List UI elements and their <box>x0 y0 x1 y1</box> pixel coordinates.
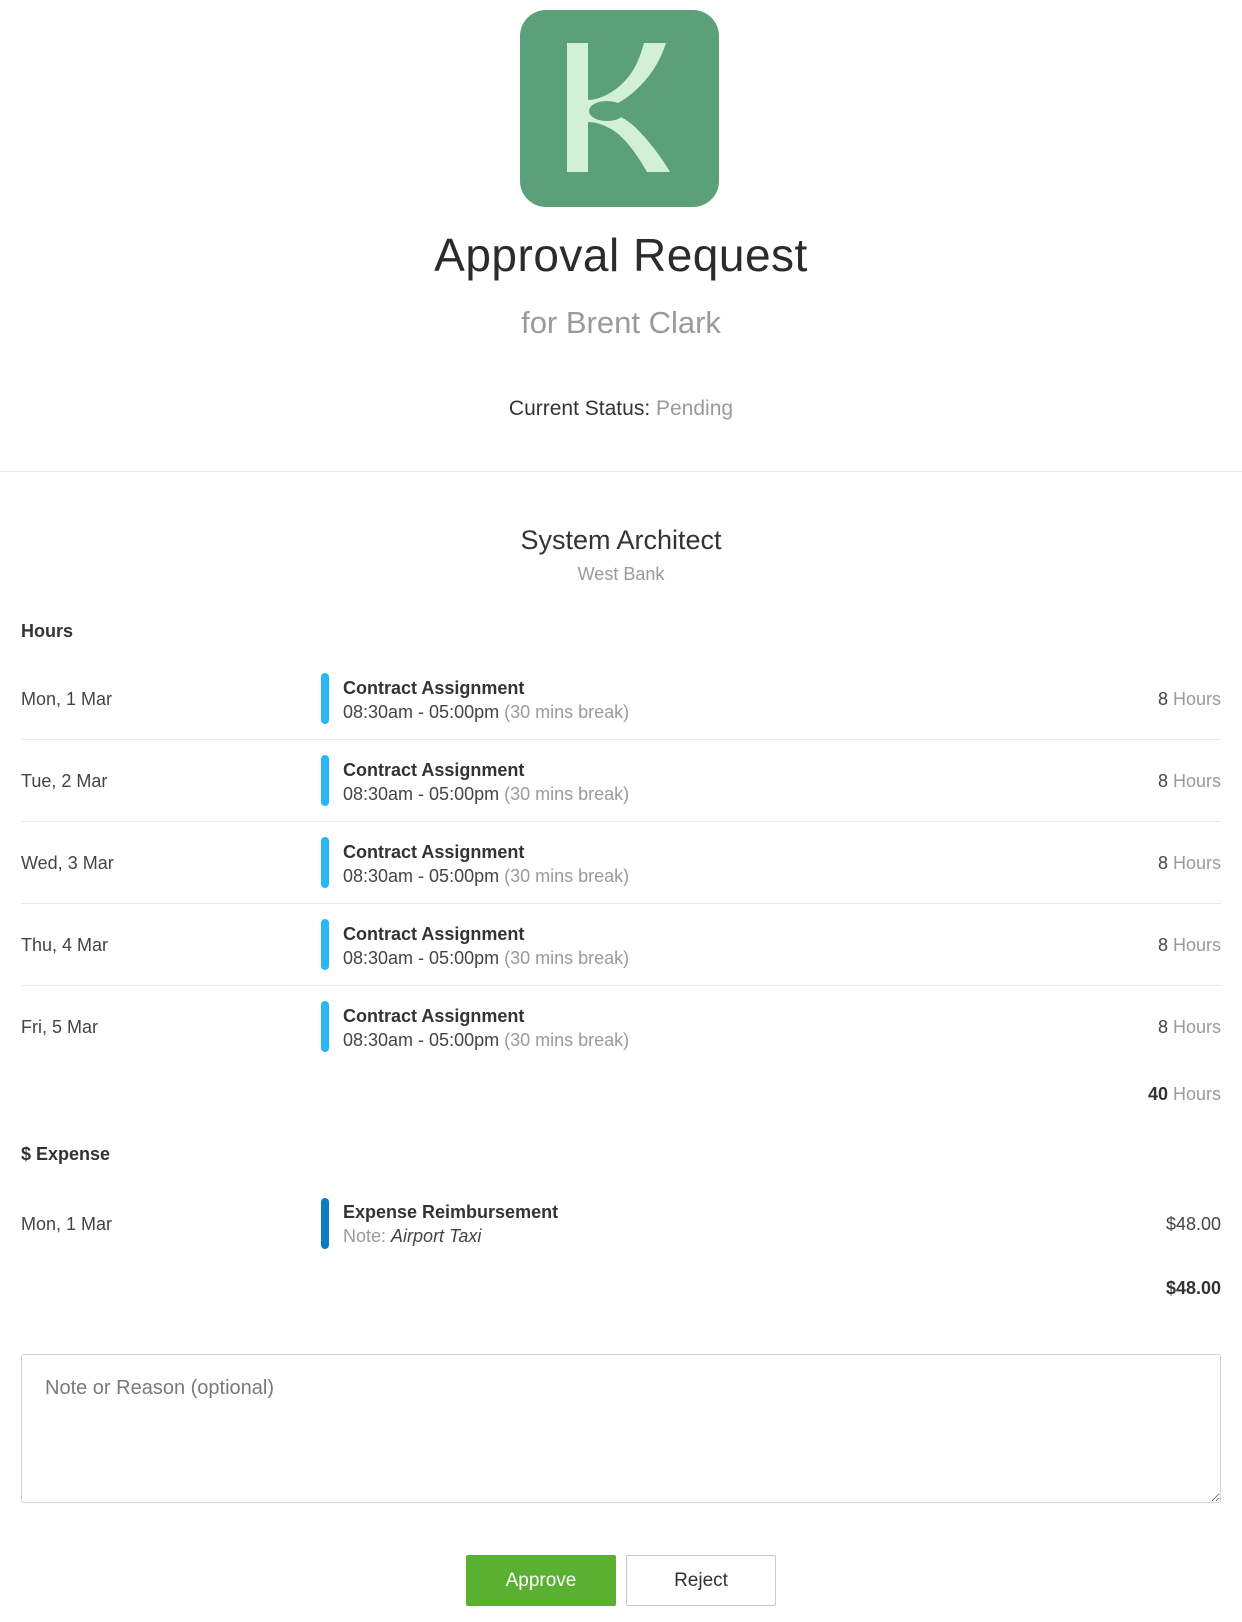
page-title: Approval Request <box>434 229 808 281</box>
note-value: Airport Taxi <box>391 1226 482 1246</box>
hours-total: 40 Hours <box>1147 1084 1221 1104</box>
row-description: Contract Assignment 08:30am - 05:00pm (3… <box>343 840 629 888</box>
row-hours: 8 Hours <box>1157 1016 1221 1037</box>
k-logo-icon <box>520 10 719 207</box>
break-duration: (30 mins break) <box>504 702 630 722</box>
time-range: 08:30am - 05:00pm <box>343 866 500 886</box>
row-description: Contract Assignment 08:30am - 05:00pm (3… <box>343 676 629 724</box>
row-hours: 8 Hours <box>1157 688 1221 709</box>
assignment-name: Contract Assignment <box>343 924 525 944</box>
assignment-name: Contract Assignment <box>343 1006 525 1026</box>
status-badge: Pending <box>656 397 734 420</box>
hours-row: Thu, 4 Mar Contract Assignment 08:30am -… <box>21 904 1221 986</box>
row-hours: 8 Hours <box>1157 934 1221 955</box>
expense-section-label: $ Expense <box>21 1144 111 1164</box>
approve-button[interactable]: Approve <box>466 1555 616 1606</box>
time-range: 08:30am - 05:00pm <box>343 1030 500 1050</box>
category-bar <box>321 755 329 806</box>
requester-name: for Brent Clark <box>521 305 721 340</box>
row-date: Fri, 5 Mar <box>21 1016 99 1037</box>
hours-row: Fri, 5 Mar Contract Assignment 08:30am -… <box>21 986 1221 1068</box>
current-status: Current Status: Pending <box>0 397 1242 421</box>
row-hours: 8 Hours <box>1157 852 1221 873</box>
expense-total: $48.00 <box>1165 1278 1221 1298</box>
break-duration: (30 mins break) <box>504 784 630 804</box>
time-range: 08:30am - 05:00pm <box>343 702 500 722</box>
category-bar <box>321 837 329 888</box>
row-hours: 8 Hours <box>1157 770 1221 791</box>
expense-amount: $48.00 <box>1165 1213 1221 1234</box>
assignment-name: Contract Assignment <box>343 678 525 698</box>
break-duration: (30 mins break) <box>504 1030 630 1050</box>
row-description: Contract Assignment 08:30am - 05:00pm (3… <box>343 922 629 970</box>
row-date: Thu, 4 Mar <box>21 934 109 955</box>
row-date: Tue, 2 Mar <box>21 770 108 791</box>
row-date: Wed, 3 Mar <box>21 852 114 873</box>
note-label: Note: <box>343 1226 387 1246</box>
row-date: Mon, 1 Mar <box>21 688 113 709</box>
assignment-name: Contract Assignment <box>343 760 525 780</box>
row-description: Expense Reimbursement Note: Airport Taxi <box>343 1200 558 1248</box>
approval-request-page: Approval Request for Brent Clark Current… <box>0 0 1242 1622</box>
row-description: Contract Assignment 08:30am - 05:00pm (3… <box>343 1004 629 1052</box>
category-bar <box>321 1001 329 1052</box>
break-duration: (30 mins break) <box>504 866 630 886</box>
time-range: 08:30am - 05:00pm <box>343 784 500 804</box>
expense-name: Expense Reimbursement <box>343 1202 559 1222</box>
category-bar <box>321 1198 329 1249</box>
assignment-name: Contract Assignment <box>343 842 525 862</box>
reject-button[interactable]: Reject <box>626 1555 776 1606</box>
time-range: 08:30am - 05:00pm <box>343 948 500 968</box>
hours-section-label: Hours <box>21 621 74 641</box>
category-bar <box>321 673 329 724</box>
expense-row: Mon, 1 Mar Expense Reimbursement Note: A… <box>21 1178 1221 1270</box>
category-bar <box>321 919 329 970</box>
note-reason-input[interactable] <box>21 1354 1221 1503</box>
expense-list: Mon, 1 Mar Expense Reimbursement Note: A… <box>21 1178 1221 1270</box>
hours-row: Mon, 1 Mar Contract Assignment 08:30am -… <box>21 658 1221 740</box>
header-divider <box>0 471 1242 472</box>
hours-row: Tue, 2 Mar Contract Assignment 08:30am -… <box>21 740 1221 822</box>
row-description: Contract Assignment 08:30am - 05:00pm (3… <box>343 758 629 806</box>
hours-row: Wed, 3 Mar Contract Assignment 08:30am -… <box>21 822 1221 904</box>
hours-list: Mon, 1 Mar Contract Assignment 08:30am -… <box>21 658 1221 1068</box>
row-date: Mon, 1 Mar <box>21 1213 113 1234</box>
role-location: West Bank <box>577 564 665 584</box>
role-title: System Architect <box>520 525 722 555</box>
break-duration: (30 mins break) <box>504 948 630 968</box>
status-label: Current Status: <box>508 397 651 420</box>
